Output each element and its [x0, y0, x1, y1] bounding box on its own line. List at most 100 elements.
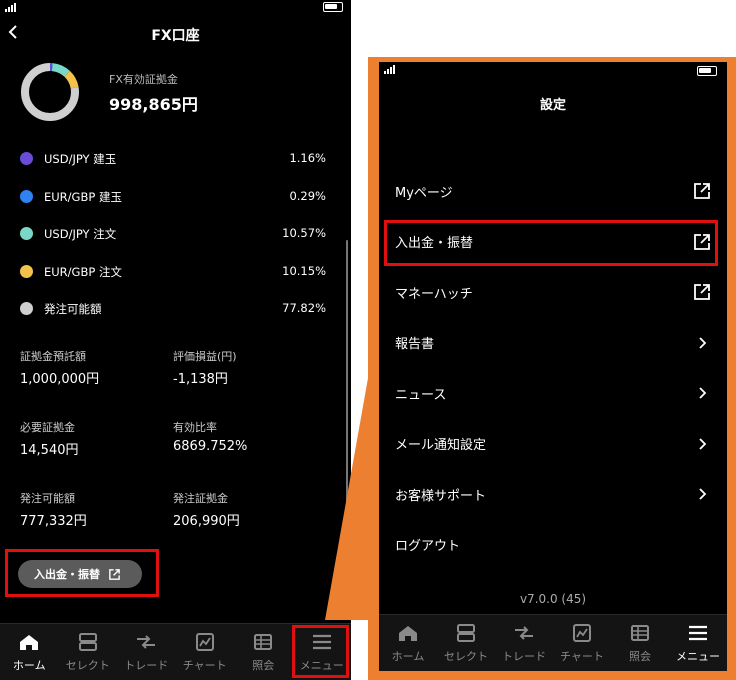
inquiry-icon	[631, 625, 649, 641]
chevron-right-icon	[699, 437, 707, 450]
highlight-box-transfer	[5, 549, 159, 597]
menu-item-label: お客様サポート	[395, 488, 487, 504]
balance-label: FX有効証拠金	[109, 73, 178, 86]
tab-label: 照会	[252, 659, 275, 672]
legend-item: 発注可能額 77.82%	[20, 300, 330, 318]
menu-item-label: 報告書	[395, 337, 435, 352]
stat-value: 206,990円	[173, 514, 240, 529]
highlight-box-menu-tab	[292, 625, 349, 678]
tab-label: ホーム	[391, 650, 425, 663]
settings-screen: 設定 Myページ 入出金・振替 マネーハッチ 報告書 ニュース メール通知設定 お客様サポー…	[379, 62, 727, 671]
stat-label: 有効比率	[173, 421, 217, 434]
trade-icon	[137, 635, 156, 649]
menu-item[interactable]: お客様サポート	[395, 472, 711, 516]
legend-name: USD/JPY 注文	[44, 227, 117, 241]
stat-label: 証拠金預託額	[20, 350, 86, 363]
chart-icon	[573, 624, 591, 642]
trade-icon	[515, 626, 533, 640]
tab-trade[interactable]: トレード	[117, 624, 176, 680]
tab-label: チャート	[560, 650, 604, 663]
tab-trade[interactable]: トレード	[495, 615, 553, 671]
select-icon	[457, 624, 475, 642]
chevron-right-icon	[699, 336, 707, 349]
external-link-icon	[694, 183, 710, 199]
fx-account-screen: FX口座 FX有効証拠金 998,865円 USD/JPY 建玉 1.16% E…	[0, 0, 351, 680]
signal-icon	[384, 65, 395, 74]
legend-percent: 10.15%	[282, 263, 326, 278]
tab-select[interactable]: セレクト	[59, 624, 118, 680]
menu-item-label: マネーハッチ	[395, 286, 473, 302]
menu-item-label: Myページ	[395, 185, 453, 201]
menu-item[interactable]: ニュース	[395, 371, 711, 415]
tab-chart[interactable]: チャート	[553, 615, 611, 671]
select-icon	[78, 633, 97, 651]
tab-inquiry[interactable]: 照会	[234, 624, 293, 680]
menu-item-label: ログアウト	[395, 539, 461, 554]
stat-value: 1,000,000円	[20, 372, 100, 387]
stat-label: 発注可能額	[20, 492, 75, 505]
tab-home[interactable]: ホーム	[379, 615, 437, 671]
tab-label: トレード	[124, 659, 169, 672]
legend-color-dot	[20, 227, 33, 240]
legend-percent: 77.82%	[282, 301, 326, 315]
legend-color-dot	[20, 302, 33, 315]
app-version: v7.0.0 (45)	[519, 592, 587, 606]
legend-color-dot	[20, 264, 33, 278]
stat-value: 777,332円	[20, 514, 87, 529]
margin-donut-chart	[21, 63, 79, 121]
menu-item[interactable]: Myページ	[395, 169, 711, 213]
stat-value: 14,540円	[20, 443, 79, 458]
legend-percent: 0.29%	[289, 188, 326, 203]
legend-name: EUR/GBP 建玉	[44, 189, 122, 204]
legend-percent: 1.16%	[289, 151, 326, 165]
legend-percent: 10.57%	[282, 226, 326, 240]
tab-menu[interactable]: メニュー	[669, 615, 727, 671]
legend-item: EUR/GBP 注文 10.15%	[20, 263, 330, 281]
legend-name: USD/JPY 建玉	[44, 152, 117, 166]
menu-item-label: ニュース	[395, 387, 447, 403]
battery-icon	[697, 66, 717, 76]
tab-label: 照会	[629, 650, 651, 663]
tab-label: チャート	[182, 659, 227, 672]
tab-select[interactable]: セレクト	[437, 615, 495, 671]
menu-item-label: メール通知設定	[395, 438, 487, 453]
home-icon	[20, 635, 39, 650]
balance-value: 998,865円	[109, 95, 198, 114]
menu-item[interactable]: マネーハッチ	[395, 270, 711, 314]
tab-label: メニュー	[676, 650, 720, 663]
tab-label: トレード	[502, 650, 546, 663]
legend-item: USD/JPY 建玉 1.16%	[20, 150, 330, 168]
legend-name: EUR/GBP 注文	[44, 264, 122, 279]
tab-home[interactable]: ホーム	[0, 624, 59, 680]
settings-title: 設定	[539, 98, 566, 113]
inquiry-icon	[254, 634, 273, 650]
menu-item[interactable]: メール通知設定	[395, 422, 711, 466]
tab-label: セレクト	[65, 659, 110, 672]
stat-value: -1,138円	[173, 372, 228, 387]
highlight-box-transfer-menu	[384, 220, 718, 266]
page-title: FX口座	[151, 28, 200, 44]
chevron-right-icon	[699, 488, 707, 500]
stat-label: 発注証拠金	[173, 492, 228, 505]
legend-item: EUR/GBP 建玉 0.29%	[20, 188, 330, 206]
tab-label: ホーム	[12, 659, 46, 672]
tab-label: セレクト	[444, 650, 488, 663]
menu-item[interactable]: ログアウト	[395, 523, 711, 567]
status-bar	[0, 0, 351, 16]
legend-item: USD/JPY 注文 10.57%	[20, 225, 330, 243]
external-link-icon	[694, 284, 710, 300]
legend-name: 発注可能額	[44, 302, 102, 316]
stat-label: 評価損益(円)	[173, 350, 237, 363]
stat-label: 必要証拠金	[20, 421, 75, 434]
menu-item[interactable]: 報告書	[395, 321, 711, 365]
chevron-right-icon	[699, 387, 707, 399]
tab-bar-right: ホーム セレクト トレード チャート 照会 メニュー	[379, 614, 727, 671]
legend-color-dot	[20, 189, 33, 203]
chart-icon	[195, 633, 214, 651]
menu-icon	[689, 625, 707, 641]
legend-color-dot	[20, 152, 33, 165]
stat-value: 6869.752%	[173, 439, 248, 454]
tab-chart[interactable]: チャート	[176, 624, 235, 680]
tab-inquiry[interactable]: 照会	[611, 615, 669, 671]
home-icon	[399, 626, 417, 641]
